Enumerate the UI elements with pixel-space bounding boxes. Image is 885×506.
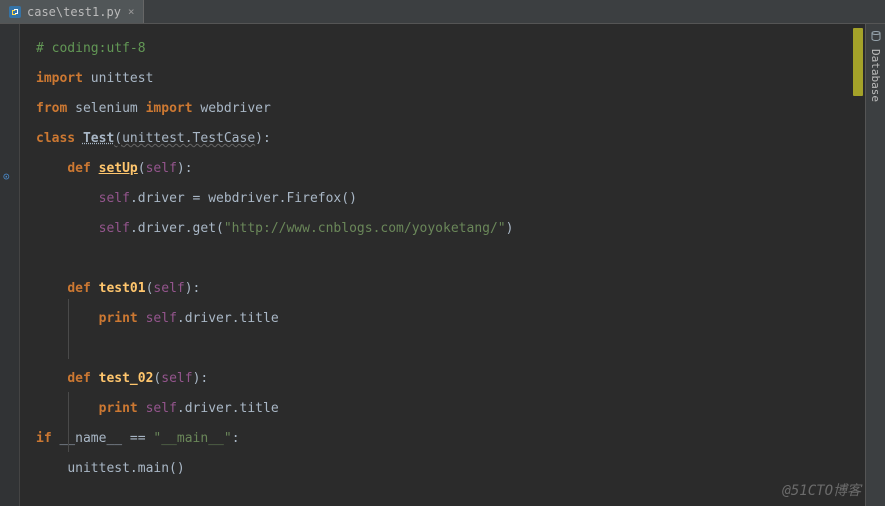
database-icon xyxy=(870,30,882,45)
code-line: def test_02(self): xyxy=(36,364,869,394)
python-file-icon xyxy=(8,5,22,19)
code-line: from selenium import webdriver xyxy=(36,94,869,124)
scrollbar-warning-marker[interactable] xyxy=(853,28,863,96)
code-line: # coding:utf-8 xyxy=(36,34,869,64)
editor: ⊙ # coding:utf-8 import unittest from se… xyxy=(0,24,885,506)
code-line: import unittest xyxy=(36,64,869,94)
code-line: if __name__ == "__main__": xyxy=(36,424,869,454)
code-line: unittest.main() xyxy=(36,454,869,484)
code-line xyxy=(36,334,869,364)
file-tab[interactable]: case\test1.py × xyxy=(0,0,144,23)
override-marker-icon[interactable]: ⊙ xyxy=(3,170,10,183)
code-line: class Test(unittest.TestCase): xyxy=(36,124,869,154)
code-line: print self.driver.title xyxy=(36,394,869,424)
tab-filename: case\test1.py xyxy=(27,5,121,19)
code-line xyxy=(36,244,869,274)
code-line: def test01(self): xyxy=(36,274,869,304)
gutter: ⊙ xyxy=(0,24,20,506)
database-tool-tab[interactable]: Database xyxy=(865,24,885,506)
watermark: @51CTO博客 xyxy=(782,480,861,500)
code-line: def setUp(self): xyxy=(36,154,869,184)
code-line: self.driver = webdriver.Firefox() xyxy=(36,184,869,214)
code-area[interactable]: # coding:utf-8 import unittest from sele… xyxy=(20,24,885,506)
close-icon[interactable]: × xyxy=(128,5,135,18)
tab-bar: case\test1.py × xyxy=(0,0,885,24)
database-label: Database xyxy=(869,49,882,102)
code-line: self.driver.get("http://www.cnblogs.com/… xyxy=(36,214,869,244)
code-line: print self.driver.title xyxy=(36,304,869,334)
